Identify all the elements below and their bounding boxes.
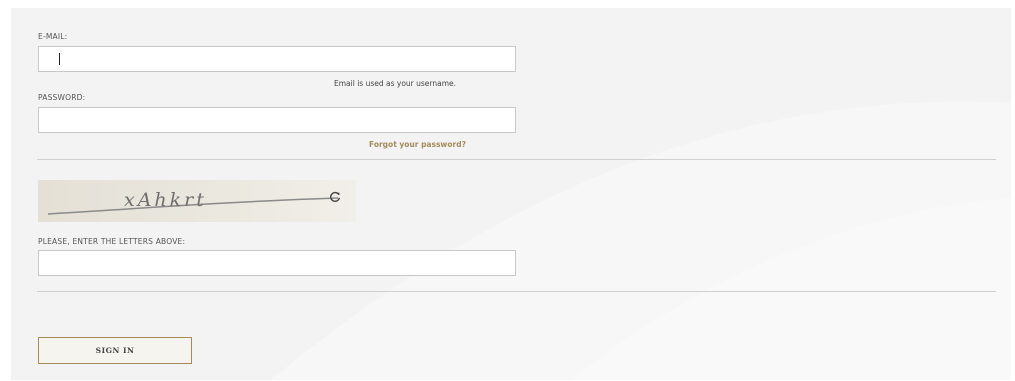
divider-bottom bbox=[37, 291, 996, 292]
captcha-image: xAhkrt bbox=[38, 180, 356, 222]
forgot-password-link[interactable]: Forgot your password? bbox=[369, 140, 466, 149]
email-label: E-MAIL: bbox=[38, 32, 68, 41]
password-label: PASSWORD: bbox=[38, 93, 86, 102]
email-hint: Email is used as your username. bbox=[334, 79, 457, 88]
refresh-icon[interactable] bbox=[328, 190, 342, 204]
signin-form-panel: E-MAIL: Email is used as your username. … bbox=[11, 8, 1011, 380]
captcha-input[interactable] bbox=[38, 250, 516, 276]
captcha-label: PLEASE, ENTER THE LETTERS ABOVE: bbox=[38, 237, 186, 246]
email-field[interactable] bbox=[38, 46, 516, 72]
text-cursor bbox=[59, 53, 60, 65]
password-field[interactable] bbox=[38, 107, 516, 133]
signin-button[interactable]: SIGN IN bbox=[38, 337, 192, 364]
divider-top bbox=[37, 159, 996, 160]
captcha-text: xAhkrt bbox=[124, 189, 207, 211]
